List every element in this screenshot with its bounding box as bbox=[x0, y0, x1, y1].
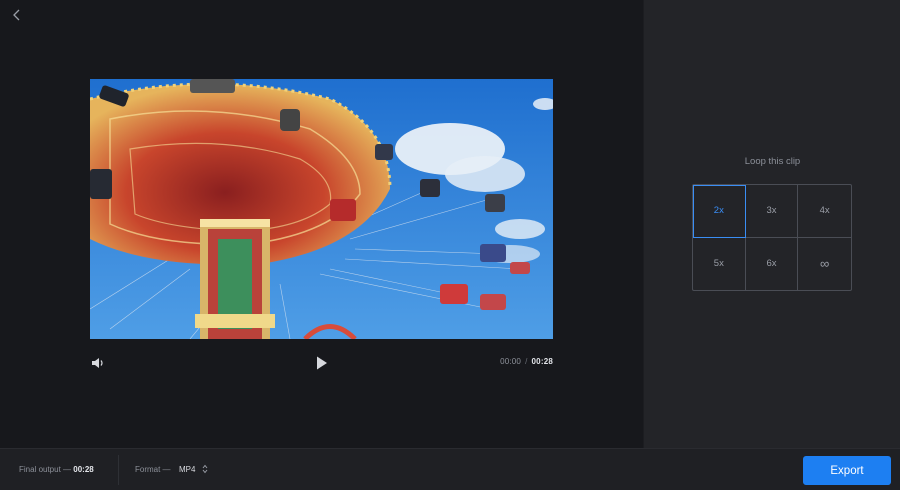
editor-area: 00:00/00:28 bbox=[0, 0, 643, 448]
duration: 00:28 bbox=[531, 357, 553, 366]
final-output-label: Final output — bbox=[19, 465, 72, 474]
loop-panel: Loop this clip 2x 3x 4x 5x 6x ∞ bbox=[643, 0, 900, 448]
final-output-value: 00:28 bbox=[73, 465, 94, 474]
export-button[interactable]: Export bbox=[803, 456, 891, 485]
format-label: Format — bbox=[135, 465, 171, 474]
video-preview[interactable] bbox=[90, 79, 553, 339]
time-separator: / bbox=[525, 357, 528, 366]
swing-ride-photo bbox=[90, 79, 553, 339]
time-display: 00:00/00:28 bbox=[500, 357, 553, 366]
chevron-left-icon bbox=[13, 9, 20, 21]
play-button[interactable] bbox=[312, 354, 330, 372]
back-button[interactable] bbox=[8, 6, 26, 24]
loop-option-5x[interactable]: 5x bbox=[693, 237, 746, 290]
footer-bar: Final output — 00:28 Format — MP4 Export bbox=[0, 448, 900, 490]
final-output: Final output — 00:28 bbox=[19, 465, 94, 474]
video-loop-editor: 00:00/00:28 Loop this clip 2x 3x 4x 5x 6… bbox=[0, 0, 900, 490]
player-controls: 00:00/00:28 bbox=[90, 352, 553, 374]
loop-option-4x[interactable]: 4x bbox=[798, 185, 851, 238]
updown-chevron-icon bbox=[203, 464, 208, 474]
volume-button[interactable] bbox=[90, 355, 106, 371]
loop-option-3x[interactable]: 3x bbox=[745, 185, 799, 238]
footer-divider bbox=[118, 455, 119, 485]
format-select[interactable]: MP4 bbox=[179, 463, 208, 475]
format-value: MP4 bbox=[179, 464, 196, 474]
play-icon bbox=[317, 356, 327, 370]
loop-title: Loop this clip bbox=[744, 156, 801, 167]
loop-option-2x[interactable]: 2x bbox=[693, 185, 746, 238]
loop-option-infinite[interactable]: ∞ bbox=[798, 238, 851, 291]
volume-icon bbox=[92, 358, 103, 368]
loop-options-grid: 2x 3x 4x 5x 6x ∞ bbox=[692, 184, 852, 291]
loop-option-6x[interactable]: 6x bbox=[746, 237, 799, 290]
current-time: 00:00 bbox=[500, 357, 522, 366]
